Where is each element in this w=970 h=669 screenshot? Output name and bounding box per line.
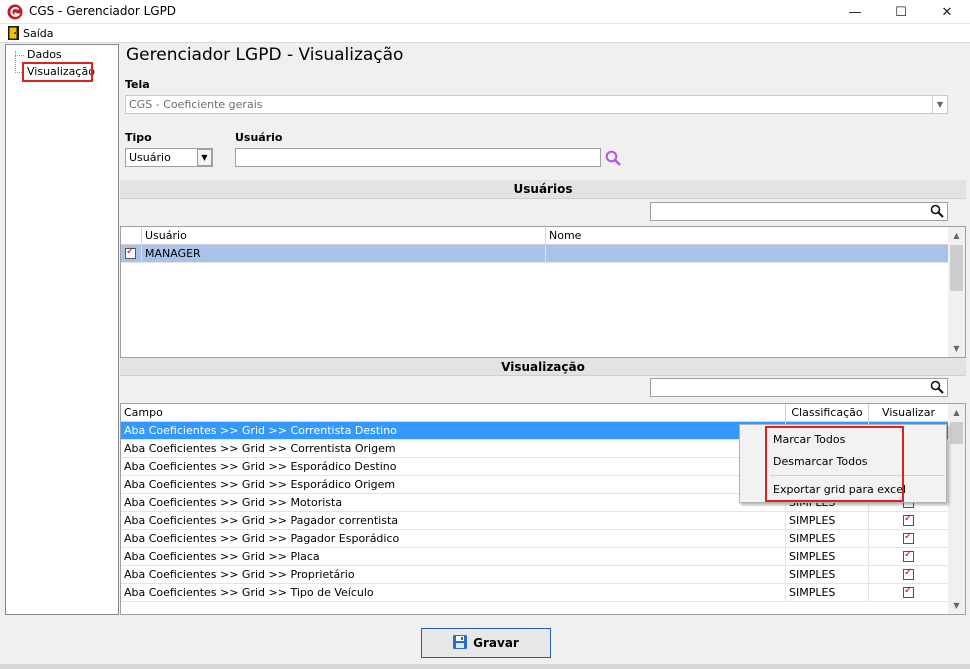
visualizar-checkbox[interactable] xyxy=(903,549,914,562)
cell-classificacao: SIMPLES xyxy=(786,512,869,530)
cell-classificacao: SIMPLES xyxy=(786,584,869,602)
highlight-box xyxy=(765,426,904,502)
cell-usuario: MANAGER xyxy=(142,245,546,263)
cell-campo: Aba Coeficientes >> Grid >> Correntista … xyxy=(121,422,786,440)
exit-door-icon xyxy=(8,26,19,40)
view-search-input[interactable] xyxy=(650,378,948,397)
users-grid-scrollbar[interactable]: ▲ ▼ xyxy=(948,227,965,357)
tipo-value: Usuário xyxy=(129,151,171,164)
tree-item-dados[interactable]: Dados xyxy=(27,48,62,61)
tela-select[interactable]: CGS - Coeficiente gerais ▼ xyxy=(125,95,948,114)
cell-visualizar xyxy=(869,548,949,566)
save-button[interactable]: Gravar xyxy=(421,628,551,658)
users-grid-header-usuario[interactable]: Usuário xyxy=(142,227,546,245)
scroll-thumb[interactable] xyxy=(950,245,963,291)
view-section-header: Visualização xyxy=(120,358,966,376)
search-icon[interactable] xyxy=(605,150,622,166)
users-search-input[interactable] xyxy=(650,202,948,221)
cell-campo: Aba Coeficientes >> Grid >> Tipo de Veíc… xyxy=(121,584,786,602)
usuario-label: Usuário xyxy=(235,131,283,144)
cell-visualizar xyxy=(869,512,949,530)
minimize-button[interactable]: — xyxy=(832,0,878,24)
title-bar: CGS - Gerenciador LGPD — ☐ ✕ xyxy=(0,0,970,24)
cell-campo: Aba Coeficientes >> Grid >> Motorista xyxy=(121,494,786,512)
chevron-down-icon: ▼ xyxy=(197,149,212,166)
cell-classificacao: SIMPLES xyxy=(786,566,869,584)
cell-classificacao: SIMPLES xyxy=(786,530,869,548)
search-icon[interactable] xyxy=(930,380,944,397)
app-logo-icon xyxy=(7,4,23,20)
cell-campo: Aba Coeficientes >> Grid >> Placa xyxy=(121,548,786,566)
cell-campo: Aba Coeficientes >> Grid >> Proprietário xyxy=(121,566,786,584)
save-label: Gravar xyxy=(473,636,519,650)
visualizar-checkbox[interactable] xyxy=(903,513,914,526)
scroll-down-icon[interactable]: ▼ xyxy=(948,597,965,614)
view-grid-header-visualizar[interactable]: Visualizar xyxy=(869,404,949,422)
table-row[interactable]: Aba Coeficientes >> Grid >> Proprietário… xyxy=(121,566,949,584)
close-button[interactable]: ✕ xyxy=(924,0,970,24)
view-grid-header-campo[interactable]: Campo xyxy=(121,404,786,422)
users-grid: Usuário Nome MANAGER ▲ ▼ xyxy=(120,226,966,358)
highlight-box xyxy=(22,62,93,82)
tela-value: CGS - Coeficiente gerais xyxy=(129,98,263,111)
cell-nome xyxy=(546,245,949,263)
floppy-disk-icon xyxy=(453,634,468,652)
exit-menu-item[interactable]: Saída xyxy=(2,24,54,42)
maximize-button[interactable]: ☐ xyxy=(878,0,924,24)
usuario-input[interactable] xyxy=(235,148,601,167)
table-row[interactable]: Aba Coeficientes >> Grid >> Placa SIMPLES xyxy=(121,548,949,566)
cell-campo: Aba Coeficientes >> Grid >> Esporádico O… xyxy=(121,476,786,494)
scroll-up-icon[interactable]: ▲ xyxy=(948,227,965,244)
cell-campo: Aba Coeficientes >> Grid >> Esporádico D… xyxy=(121,458,786,476)
cell-campo: Aba Coeficientes >> Grid >> Pagador corr… xyxy=(121,512,786,530)
row-checkbox-cell xyxy=(121,245,142,263)
row-checkbox[interactable] xyxy=(125,246,136,259)
minimize-icon: — xyxy=(848,4,862,20)
view-grid-scrollbar[interactable]: ▲ ▼ xyxy=(948,404,965,614)
exit-label: Saída xyxy=(23,27,54,40)
chevron-down-icon: ▼ xyxy=(932,96,947,113)
visualizar-checkbox[interactable] xyxy=(903,585,914,598)
cell-campo: Aba Coeficientes >> Grid >> Pagador Espo… xyxy=(121,530,786,548)
tipo-label: Tipo xyxy=(125,131,152,144)
scroll-thumb[interactable] xyxy=(950,422,963,444)
cell-classificacao: SIMPLES xyxy=(786,548,869,566)
window-title: CGS - Gerenciador LGPD xyxy=(29,4,177,18)
tela-label: Tela xyxy=(125,78,150,91)
page-title: Gerenciador LGPD - Visualização xyxy=(126,45,404,65)
close-icon: ✕ xyxy=(941,4,953,20)
scroll-down-icon[interactable]: ▼ xyxy=(948,340,965,357)
view-grid-header-classificacao[interactable]: Classificação xyxy=(786,404,869,422)
scroll-up-icon[interactable]: ▲ xyxy=(948,404,965,421)
table-row[interactable]: Aba Coeficientes >> Grid >> Pagador corr… xyxy=(121,512,949,530)
tree-connector xyxy=(15,55,24,56)
cell-visualizar xyxy=(869,566,949,584)
status-strip xyxy=(0,664,970,669)
search-icon[interactable] xyxy=(930,204,944,221)
table-row[interactable]: Aba Coeficientes >> Grid >> Pagador Espo… xyxy=(121,530,949,548)
tipo-select[interactable]: Usuário ▼ xyxy=(125,148,213,167)
cell-campo: Aba Coeficientes >> Grid >> Correntista … xyxy=(121,440,786,458)
cell-visualizar xyxy=(869,530,949,548)
navigation-tree: Dados Visualização xyxy=(5,44,119,615)
users-grid-check-header xyxy=(121,227,142,245)
table-row[interactable]: MANAGER xyxy=(121,245,949,263)
cell-visualizar xyxy=(869,584,949,602)
users-grid-header-nome[interactable]: Nome xyxy=(546,227,949,245)
table-row[interactable]: Aba Coeficientes >> Grid >> Tipo de Veíc… xyxy=(121,584,949,602)
maximize-icon: ☐ xyxy=(895,4,907,20)
menu-bar: Saída xyxy=(0,24,970,43)
visualizar-checkbox[interactable] xyxy=(903,531,914,544)
visualizar-checkbox[interactable] xyxy=(903,567,914,580)
users-section-header: Usuários xyxy=(120,180,966,199)
